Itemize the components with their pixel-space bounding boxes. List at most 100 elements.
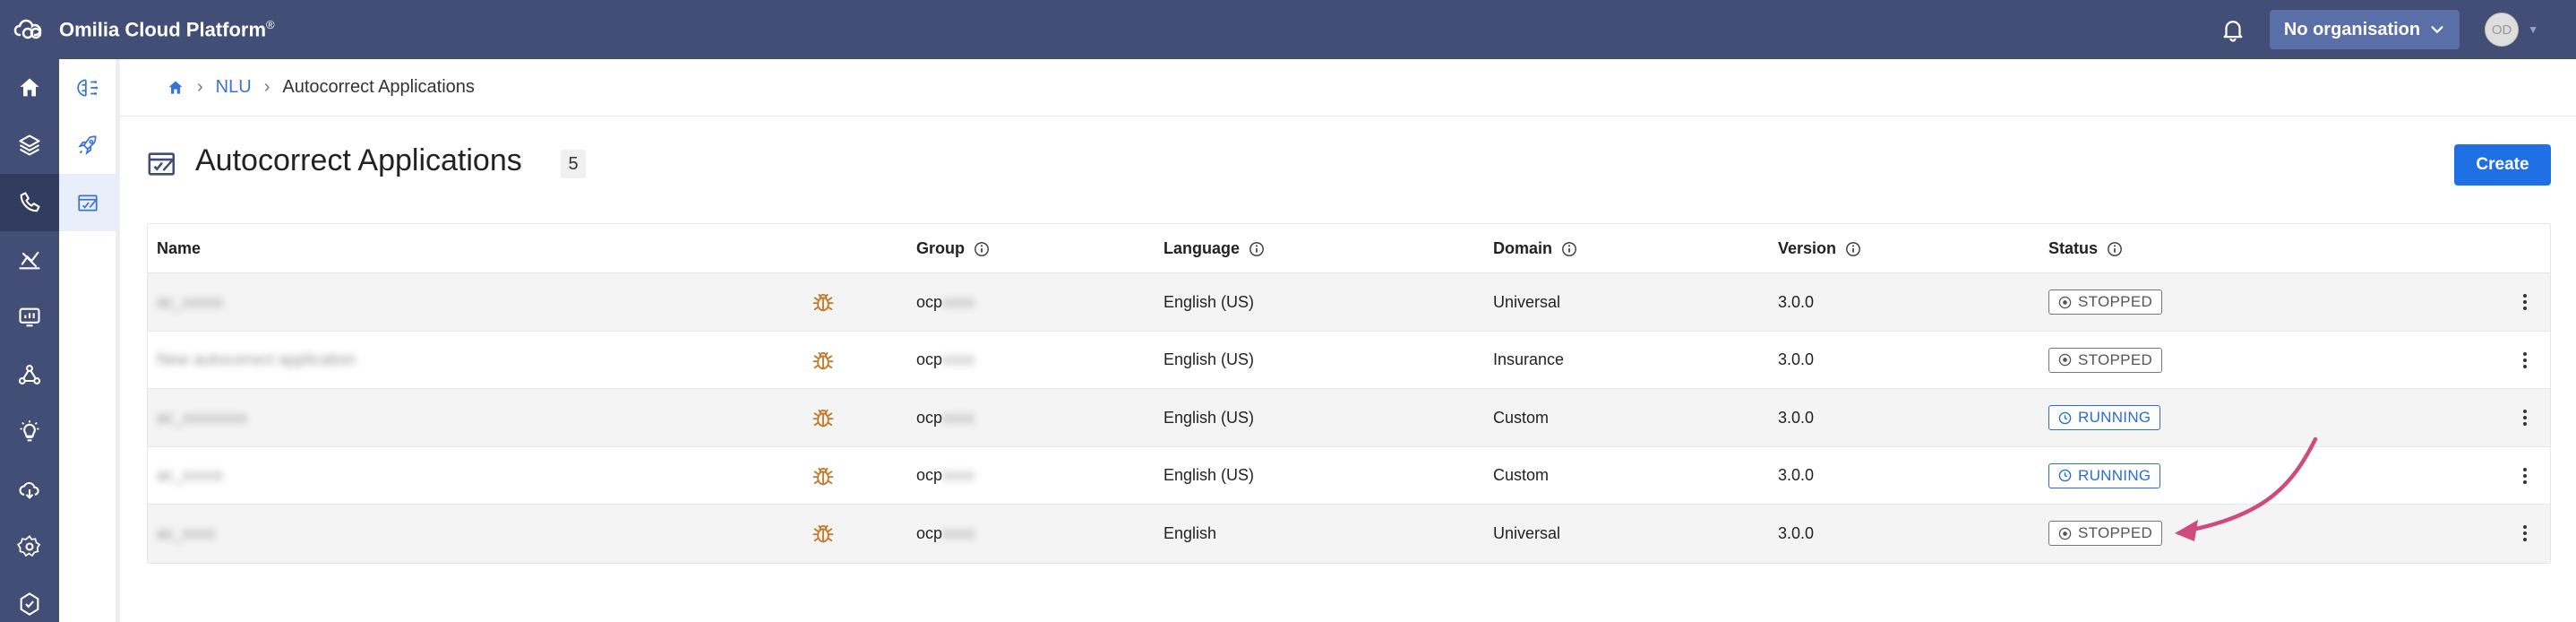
app-name[interactable]: ac_xxxx <box>157 505 215 562</box>
column-domain[interactable]: Domain <box>1493 224 1577 273</box>
more-vertical-icon <box>2523 525 2527 542</box>
bug-icon <box>812 351 834 369</box>
monitor-icon <box>19 307 40 327</box>
create-button[interactable]: Create <box>2454 144 2551 186</box>
table-row[interactable]: ac_xxxxx ocp xxxx English (US) Universal … <box>148 273 2550 332</box>
analytics-icon <box>19 251 40 270</box>
app-title: Omilia Cloud Platform® <box>59 17 275 41</box>
subnav-autocorrect[interactable] <box>59 174 116 231</box>
status-cell: STOPPED <box>2048 273 2163 331</box>
nav-monitor[interactable] <box>0 289 59 346</box>
language-cell: English (US) <box>1163 292 1255 311</box>
status-badge: STOPPED <box>2048 521 2163 547</box>
nlu-models-icon <box>76 79 98 97</box>
group-cell: ocp xxxx <box>916 466 975 485</box>
breadcrumb-current: Autocorrect Applications <box>282 77 475 97</box>
row-menu-button[interactable] <box>2521 505 2529 562</box>
nav-lightbulb[interactable] <box>0 403 59 461</box>
home-icon[interactable] <box>167 79 185 97</box>
debug-bug-icon[interactable] <box>811 447 836 505</box>
info-icon[interactable] <box>1845 241 1861 257</box>
avatar-caret-icon[interactable]: ▼ <box>2528 23 2538 36</box>
more-vertical-icon <box>2523 467 2527 484</box>
count-badge: 5 <box>561 150 586 178</box>
app-name[interactable]: ac_xxxxxxxx <box>157 389 247 446</box>
cloud-icon <box>19 481 39 499</box>
group-cell: ocp xxxx <box>916 408 975 427</box>
group-cell: ocp xxxx <box>916 523 975 542</box>
subnav-rocket[interactable] <box>59 117 116 174</box>
row-menu-button[interactable] <box>2521 389 2529 446</box>
debug-bug-icon[interactable] <box>811 389 836 446</box>
more-vertical-icon <box>2523 351 2527 368</box>
phone-icon <box>20 192 40 212</box>
avatar[interactable]: OD <box>2485 13 2520 47</box>
info-icon[interactable] <box>974 241 990 257</box>
app-name[interactable]: New autocorrect application <box>157 332 356 389</box>
language-cell: English (US) <box>1163 350 1255 369</box>
breadcrumb-nlu[interactable]: NLU <box>216 77 252 98</box>
table-row[interactable]: New autocorrect application ocp xxxx Engl… <box>148 332 2550 390</box>
clock-icon <box>2058 411 2072 424</box>
top-bar: Omilia Cloud Platform® No organisation O… <box>0 0 2576 59</box>
nav-phone[interactable] <box>0 174 59 231</box>
row-menu-button[interactable] <box>2521 332 2529 389</box>
stop-circle-icon <box>2058 296 2072 308</box>
bug-icon <box>812 525 834 543</box>
status-badge: STOPPED <box>2048 289 2163 315</box>
group-cell: ocp xxxx <box>916 292 975 311</box>
subnav-nlu-models[interactable] <box>59 59 116 117</box>
domain-cell: Insurance <box>1493 350 1565 369</box>
info-icon[interactable] <box>2107 241 2123 257</box>
column-status[interactable]: Status <box>2048 224 2123 273</box>
nav-cloud[interactable] <box>0 461 59 518</box>
nav-layers[interactable] <box>0 117 59 174</box>
column-language[interactable]: Language <box>1163 224 1265 273</box>
domain-cell: Custom <box>1493 466 1550 485</box>
language-cell: English (US) <box>1163 408 1255 427</box>
autocorrect-icon <box>77 194 98 212</box>
column-version[interactable]: Version <box>1778 224 1861 273</box>
page-title: Autocorrect Applications <box>195 143 522 177</box>
group-cell: ocp xxxx <box>916 350 975 369</box>
organisation-selector[interactable]: No organisation <box>2269 10 2460 49</box>
info-icon[interactable] <box>1249 241 1265 257</box>
debug-bug-icon[interactable] <box>811 505 836 562</box>
status-cell: RUNNING <box>2048 389 2161 446</box>
status-cell: STOPPED <box>2048 505 2163 562</box>
nav-home[interactable] <box>0 59 59 117</box>
app-name[interactable]: ac_xxxxx <box>157 273 223 331</box>
nav-settings[interactable] <box>0 518 59 575</box>
status-cell: STOPPED <box>2048 332 2163 389</box>
nav-analytics[interactable] <box>0 231 59 289</box>
stop-circle-icon <box>2058 353 2072 367</box>
info-icon[interactable] <box>1561 241 1577 257</box>
stop-circle-icon <box>2058 527 2072 540</box>
more-vertical-icon <box>2523 410 2527 427</box>
clock-icon <box>2058 469 2072 482</box>
version-cell: 3.0.0 <box>1778 350 1815 369</box>
app-name[interactable]: ac_xxxxx <box>157 447 223 505</box>
secondary-nav <box>59 59 120 622</box>
breadcrumb: › NLU › Autocorrect Applications <box>120 59 2576 117</box>
debug-bug-icon[interactable] <box>811 273 836 331</box>
nav-shield[interactable] <box>0 575 59 622</box>
shield-icon <box>20 592 39 616</box>
nav-network[interactable] <box>0 346 59 403</box>
more-vertical-icon <box>2523 294 2527 310</box>
omilia-logo-icon <box>13 19 42 39</box>
column-name[interactable]: Name <box>157 224 201 273</box>
bell-icon[interactable] <box>2220 16 2246 43</box>
column-group[interactable]: Group <box>916 224 990 273</box>
status-badge: RUNNING <box>2048 405 2161 431</box>
version-cell: 3.0.0 <box>1778 408 1815 427</box>
status-badge: RUNNING <box>2048 462 2161 488</box>
version-cell: 3.0.0 <box>1778 523 1815 542</box>
left-nav <box>0 59 59 622</box>
autocorrect-icon <box>148 152 176 176</box>
version-cell: 3.0.0 <box>1778 466 1815 485</box>
row-menu-button[interactable] <box>2521 273 2529 331</box>
debug-bug-icon[interactable] <box>811 332 836 389</box>
row-menu-button[interactable] <box>2521 447 2529 505</box>
brand[interactable]: Omilia Cloud Platform® <box>13 12 275 48</box>
